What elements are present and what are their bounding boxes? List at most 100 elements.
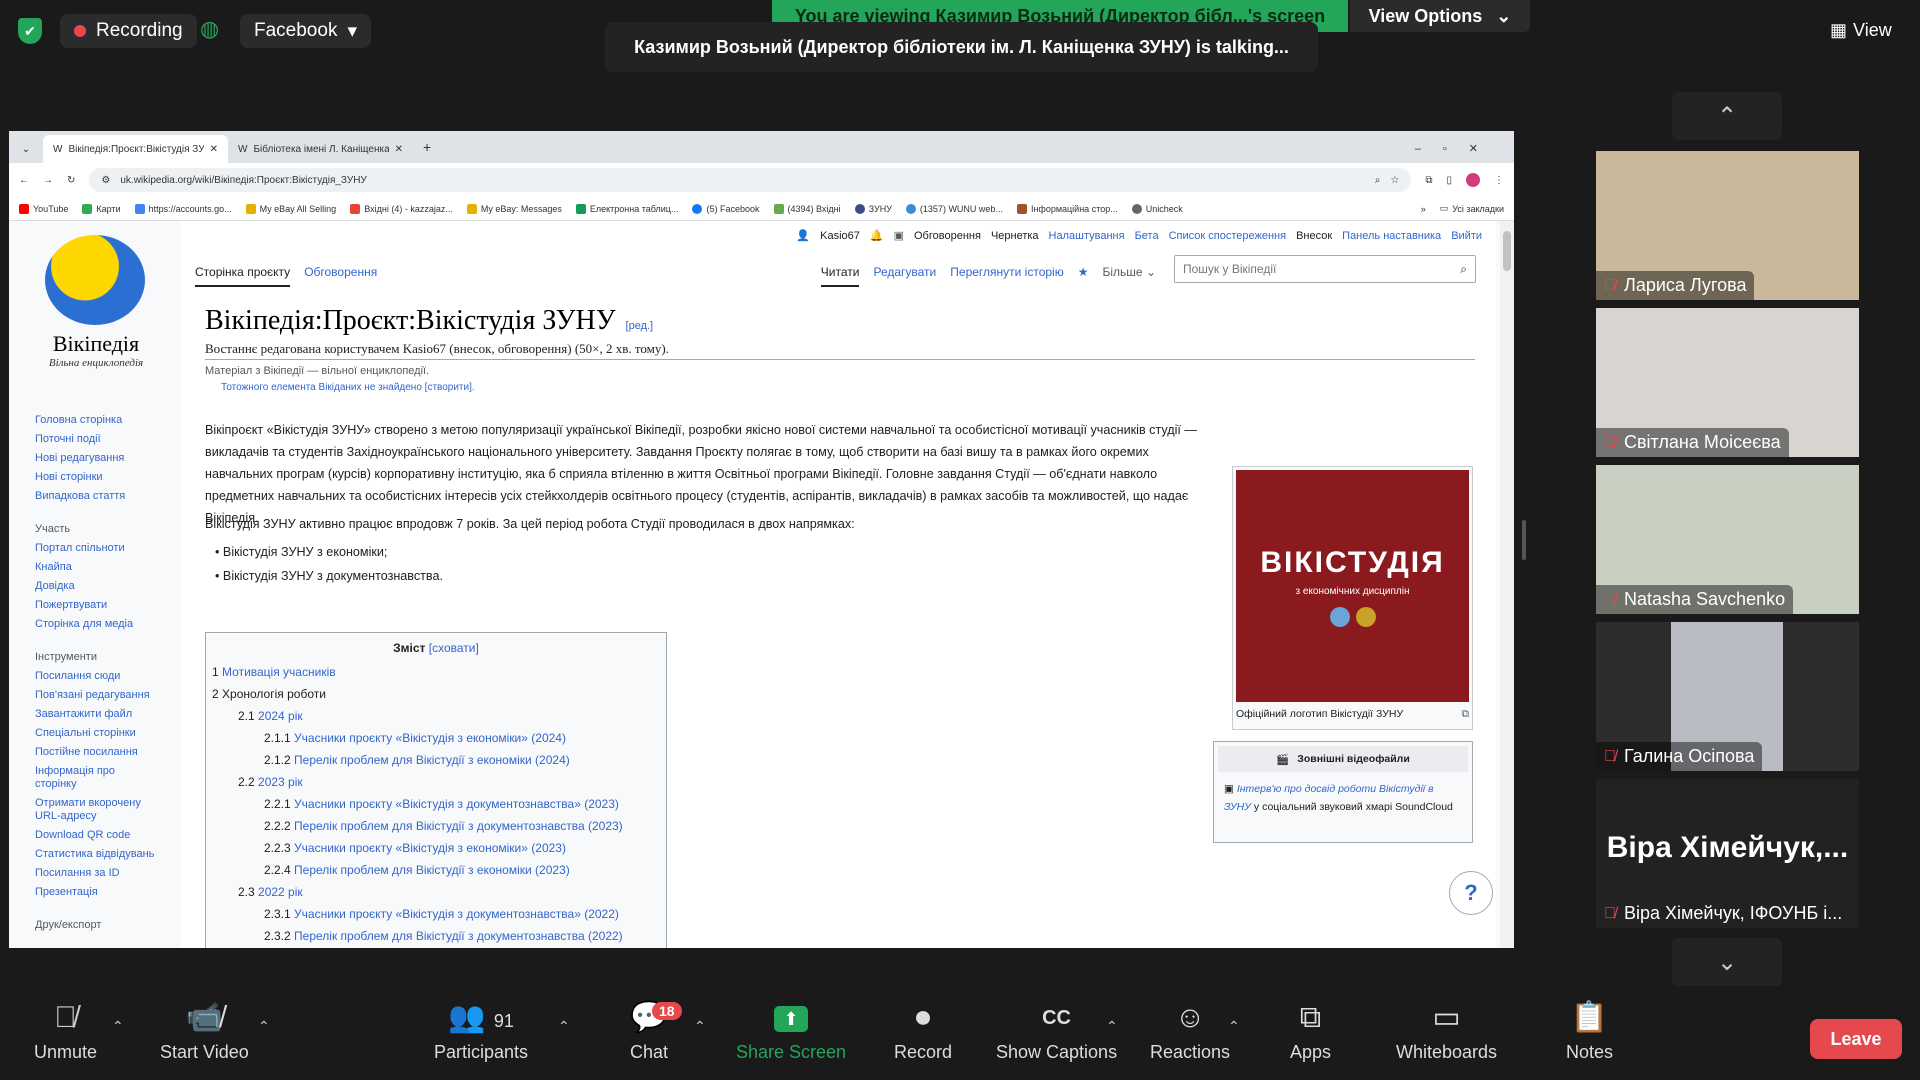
- bookmark[interactable]: Інформаційна стор...: [1016, 203, 1118, 214]
- participant-tile[interactable]: 🎙̸ Світлана Моісеєва: [1596, 308, 1859, 457]
- tab-read[interactable]: Читати: [820, 265, 860, 287]
- audio-options-caret[interactable]: ⌃: [112, 1018, 124, 1035]
- tab-list-icon[interactable]: ⌄: [9, 144, 43, 163]
- toc-item[interactable]: 2.3.1 Учасники проєкту «Вікістудія з док…: [206, 903, 666, 925]
- bookmark-star-icon[interactable]: ☆: [1390, 175, 1399, 186]
- reload-icon[interactable]: ↻: [67, 175, 75, 186]
- watch-star-icon[interactable]: ★: [1078, 265, 1089, 287]
- participant-tile[interactable]: Віра Хімейчук,... 🎙̸ Віра Хімейчук, ІФОУНБ…: [1596, 779, 1859, 928]
- preferences-link[interactable]: Налаштування: [1049, 230, 1125, 242]
- sidebar-link[interactable]: Інформація про сторінку: [35, 762, 155, 794]
- toc-item[interactable]: 2.2 2023 рік: [206, 771, 666, 793]
- record-button[interactable]: ⏺ Record: [894, 1000, 952, 1063]
- sidebar-link[interactable]: Отримати вкорочену URL-адресу: [35, 794, 155, 826]
- all-bookmarks[interactable]: ▭ Усі закладки: [1440, 203, 1504, 214]
- forward-icon[interactable]: →: [43, 175, 53, 186]
- notifications-bell-icon[interactable]: 🔔: [870, 229, 884, 242]
- logout-link[interactable]: Вийти: [1451, 230, 1482, 242]
- sidebar-link[interactable]: Поточні події: [35, 430, 155, 449]
- livestream-icon[interactable]: ◍: [200, 16, 219, 42]
- sidebar-link[interactable]: Головна сторінка: [35, 411, 155, 430]
- bookmark[interactable]: Карти: [82, 203, 121, 214]
- sidebar-link[interactable]: Завантажити файл: [35, 705, 155, 724]
- view-options-button[interactable]: View Options ⌄: [1350, 0, 1530, 32]
- toc-item[interactable]: 1 Мотивація учасників: [206, 661, 666, 683]
- toc-item[interactable]: 2.1.2 Перелік проблем для Вікістудії з е…: [206, 749, 666, 771]
- sidebar-link[interactable]: Посилання сюди: [35, 667, 155, 686]
- security-shield-icon[interactable]: ✔: [18, 18, 42, 44]
- beta-link[interactable]: Бета: [1135, 230, 1159, 242]
- reactions-button[interactable]: ☺ Reactions: [1150, 1000, 1230, 1063]
- edit-title-link[interactable]: [ред.]: [626, 320, 654, 332]
- bookmark[interactable]: Вхідні (4) - kazzajaz...: [350, 203, 453, 214]
- share-screen-button[interactable]: ⬆ Share Screen: [736, 1000, 846, 1063]
- recording-indicator[interactable]: Recording: [60, 14, 197, 48]
- close-icon[interactable]: ✕: [210, 144, 218, 155]
- panel-splitter[interactable]: [1522, 520, 1526, 560]
- wiki-wordmark[interactable]: Вікіпедія: [31, 331, 161, 357]
- sidebar-link[interactable]: Спеціальні сторінки: [35, 724, 155, 743]
- sidebar-link[interactable]: Download QR code: [35, 826, 155, 845]
- page-scrollbar[interactable]: [1500, 221, 1514, 948]
- toc-item[interactable]: 2.3 2022 рік: [206, 881, 666, 903]
- bookmark[interactable]: ЗУНУ: [854, 203, 892, 214]
- video-options-caret[interactable]: ⌃: [258, 1018, 270, 1035]
- show-captions-button[interactable]: CC Show Captions: [996, 1000, 1117, 1063]
- new-tab-icon[interactable]: +: [413, 139, 441, 163]
- participants-button[interactable]: 👥 91 Participants: [434, 1000, 528, 1063]
- participants-caret[interactable]: ⌃: [558, 1018, 570, 1035]
- url-field[interactable]: ⚙ uk.wikipedia.org/wiki/Вікіпедія:Проєкт:…: [89, 168, 1412, 192]
- sidebar-link[interactable]: Нові сторінки: [35, 468, 155, 487]
- sidepanel-icon[interactable]: ▯: [1446, 175, 1452, 186]
- whiteboards-button[interactable]: ▭ Whiteboards: [1396, 1000, 1497, 1063]
- bookmark[interactable]: https://accounts.go...: [134, 203, 232, 214]
- bookmark[interactable]: (1357) WUNU web...: [905, 203, 1003, 214]
- bookmark[interactable]: My eBay All Selling: [245, 203, 336, 214]
- participant-tile[interactable]: 🎙̸ Лариса Лугова: [1596, 151, 1859, 300]
- sidebar-link[interactable]: Презентація: [35, 883, 155, 902]
- toc-item[interactable]: 2 Хронологія роботи: [206, 683, 666, 705]
- sidebar-link[interactable]: Постійне посилання: [35, 743, 155, 762]
- notes-button[interactable]: 📋 Notes: [1566, 1000, 1613, 1063]
- sidebar-link[interactable]: Довідка: [35, 577, 155, 596]
- sandbox-link[interactable]: Чернетка: [991, 230, 1039, 242]
- user-talk-link[interactable]: Обговорення: [914, 230, 981, 242]
- sidebar-link[interactable]: Посилання за ID: [35, 864, 155, 883]
- view-button[interactable]: ▦ View: [1830, 14, 1892, 46]
- toc-item[interactable]: 2.2.3 Учасники проєкту «Вікістудія з еко…: [206, 837, 666, 859]
- zoom-icon[interactable]: ⌕: [1375, 175, 1381, 186]
- leave-button[interactable]: Leave: [1810, 1019, 1902, 1059]
- search-icon[interactable]: ⌕: [1460, 262, 1467, 277]
- tab-edit[interactable]: Редагувати: [873, 265, 936, 287]
- sidebar-link[interactable]: Кнайпа: [35, 558, 155, 577]
- bookmark[interactable]: YouTube: [19, 203, 68, 214]
- extensions-icon[interactable]: ⧉: [1425, 175, 1432, 186]
- wikidata-notice-link[interactable]: Тотожного елемента Вікіданих не знайдено…: [221, 382, 475, 393]
- tab-project-page[interactable]: Сторінка проєкту: [195, 265, 291, 287]
- apps-button[interactable]: ⧉ Apps: [1290, 1000, 1331, 1063]
- toc-item[interactable]: 2.1 2024 рік: [206, 705, 666, 727]
- profile-avatar[interactable]: [1466, 173, 1480, 187]
- notices-tray-icon[interactable]: ▣: [894, 229, 904, 242]
- toc-hide-link[interactable]: [сховати]: [429, 641, 479, 655]
- captions-caret[interactable]: ⌃: [1106, 1018, 1118, 1035]
- scrollbar-thumb[interactable]: [1503, 231, 1511, 271]
- bookmark[interactable]: (5) Facebook: [692, 203, 760, 214]
- unmute-button[interactable]: 🎙̸ Unmute: [34, 1000, 97, 1063]
- bookmark[interactable]: (4394) Вхідні: [773, 203, 841, 214]
- toc-item[interactable]: 2.2.1 Учасники проєкту «Вікістудія з док…: [206, 793, 666, 815]
- sidebar-link[interactable]: Нові редагування: [35, 449, 155, 468]
- wikipedia-globe-logo[interactable]: [45, 235, 145, 325]
- toc-item[interactable]: 2.1.1 Учасники проєкту «Вікістудія з еко…: [206, 727, 666, 749]
- user-link[interactable]: Kasio67: [820, 230, 860, 242]
- enlarge-icon[interactable]: ⧉: [1462, 708, 1470, 721]
- bookmark[interactable]: Unicheck: [1131, 203, 1183, 214]
- toc-item[interactable]: 2.3.2 Перелік проблем для Вікістудії з д…: [206, 925, 666, 947]
- watchlist-link[interactable]: Список спостереження: [1169, 230, 1286, 242]
- tab-talk[interactable]: Обговорення: [304, 265, 377, 287]
- participant-tile[interactable]: 🎙̸ Natasha Savchenko: [1596, 465, 1859, 614]
- chat-caret[interactable]: ⌃: [694, 1018, 706, 1035]
- sidebar-link[interactable]: Сторінка для медіа: [35, 615, 155, 634]
- sidebar-link[interactable]: Статистика відвідувань: [35, 845, 155, 864]
- start-video-button[interactable]: 📹̸ Start Video: [160, 1000, 249, 1063]
